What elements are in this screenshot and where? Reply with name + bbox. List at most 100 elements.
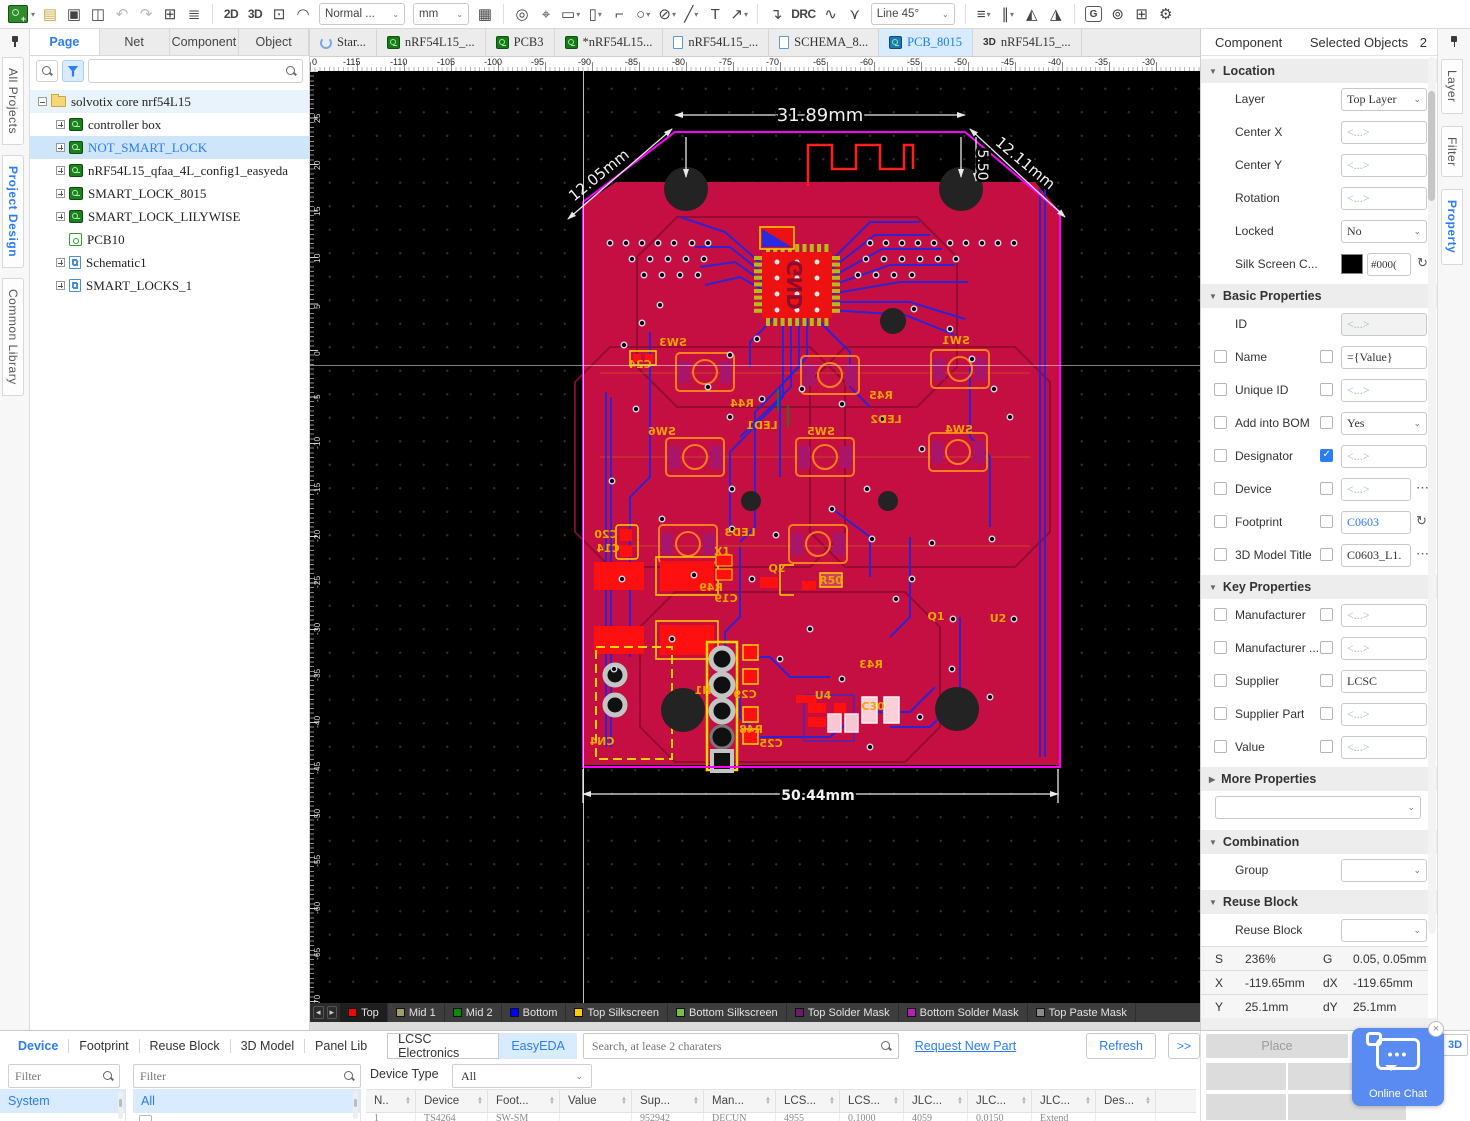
prop-input[interactable]: <...> bbox=[1341, 379, 1427, 402]
refresh-button[interactable]: Refresh bbox=[1086, 1033, 1156, 1059]
tree-expander-icon[interactable] bbox=[56, 258, 65, 267]
source-tab-easyeda[interactable]: EasyEDA bbox=[499, 1033, 577, 1059]
corner-tool-icon[interactable]: ⌐ bbox=[608, 3, 630, 25]
prop-select[interactable]: ⌄ bbox=[1215, 796, 1421, 819]
expand-button[interactable]: >> bbox=[1168, 1033, 1200, 1059]
prop-input[interactable]: C0603 bbox=[1341, 511, 1411, 534]
save-icon[interactable]: ▣ bbox=[63, 3, 85, 25]
route-tool-icon[interactable]: ∿ bbox=[820, 3, 842, 25]
tree-item-smart-lock-lilywise[interactable]: SMART_LOCK_LILYWISE bbox=[30, 205, 309, 228]
table-header-2[interactable]: Foot...▲▼ bbox=[488, 1090, 560, 1112]
sidebar-tab-page[interactable]: Page bbox=[30, 29, 100, 55]
dock-tab-property[interactable]: Property bbox=[1441, 189, 1463, 264]
section-header-basic-properties[interactable]: ▼Basic Properties bbox=[1201, 284, 1437, 308]
table-header-11[interactable]: Des...▲▼ bbox=[1096, 1090, 1156, 1112]
source-tab-lcsc-electronics[interactable]: LCSC Electronics bbox=[387, 1033, 499, 1059]
checkbox[interactable] bbox=[1320, 608, 1333, 621]
oval-tool-icon[interactable]: ○▾ bbox=[632, 3, 654, 25]
tree-expander-icon[interactable] bbox=[38, 97, 47, 106]
subclass-item-all[interactable]: All bbox=[133, 1089, 360, 1113]
table-header-10[interactable]: JLC...▲▼ bbox=[1032, 1090, 1096, 1112]
pcb-editor-canvas[interactable]: GNDSW3SW1C24R44R45LED1LED2SW6SW5SW4LED3C… bbox=[310, 57, 1200, 1030]
device-type-select[interactable]: All⌄ bbox=[452, 1064, 592, 1088]
prop-select[interactable]: Top Layer⌄ bbox=[1341, 88, 1427, 111]
layer-item-bottom-silkscreen[interactable]: Bottom Silkscreen bbox=[668, 1003, 787, 1022]
table-header-7[interactable]: LCS...▲▼ bbox=[840, 1090, 904, 1112]
sidebar-tab-object[interactable]: Object bbox=[239, 29, 309, 55]
color-value-input[interactable]: #000( bbox=[1367, 253, 1411, 276]
distribute-icon[interactable]: ∥▾ bbox=[997, 3, 1019, 25]
chat-close-icon[interactable]: × bbox=[1428, 1021, 1444, 1037]
checkbox[interactable] bbox=[1320, 707, 1333, 720]
bottom-tab-reuse-block[interactable]: Reuse Block bbox=[140, 1039, 230, 1053]
prop-input[interactable]: <...> bbox=[1341, 187, 1427, 210]
color-swatch[interactable] bbox=[1341, 254, 1363, 274]
preview-3d-button[interactable]: 3D bbox=[1442, 1034, 1468, 1056]
line-angle-select[interactable]: Line 45°⌄ bbox=[871, 3, 955, 25]
bottom-tab-3d-model[interactable]: 3D Model bbox=[231, 1039, 305, 1053]
table-header-8[interactable]: JLC...▲▼ bbox=[904, 1090, 968, 1112]
tree-item-solvotix-core-nrf54l15[interactable]: solvotix core nrf54L15 bbox=[30, 90, 309, 113]
prop-input[interactable]: <...> bbox=[1341, 637, 1427, 660]
subclass-filter-input[interactable] bbox=[140, 1069, 338, 1084]
dashed-rect-tool-icon[interactable]: ▯▾ bbox=[584, 3, 606, 25]
zoom-area-icon[interactable]: ⊡ bbox=[268, 3, 290, 25]
doc-tab-schema-8-[interactable]: SCHEMA_8... bbox=[769, 29, 879, 56]
checkbox[interactable] bbox=[1214, 548, 1227, 561]
fab-output-icon[interactable]: ⊚ bbox=[1107, 3, 1129, 25]
checkbox[interactable] bbox=[1320, 416, 1333, 429]
checkbox[interactable] bbox=[1320, 482, 1333, 495]
3d-view-icon[interactable]: 3D bbox=[244, 3, 266, 25]
text-tool-icon[interactable]: T bbox=[704, 3, 726, 25]
checkbox-checked[interactable] bbox=[1320, 449, 1333, 462]
doc-tab-nrf54l15-[interactable]: 3DnRF54L15_... bbox=[973, 29, 1082, 56]
section-header-reuse-block[interactable]: ▼Reuse Block bbox=[1201, 890, 1437, 914]
property-scrollbar[interactable] bbox=[1428, 57, 1436, 934]
checkbox[interactable] bbox=[1214, 383, 1227, 396]
prop-input[interactable]: <...> bbox=[1341, 478, 1411, 501]
bottom-tab-panel-lib[interactable]: Panel Lib bbox=[305, 1039, 377, 1053]
layer-scroll-right-icon[interactable]: ▸ bbox=[327, 1006, 338, 1019]
checkbox[interactable] bbox=[1214, 641, 1227, 654]
tree-item-controller-box[interactable]: controller box bbox=[30, 113, 309, 136]
checkbox[interactable] bbox=[1214, 350, 1227, 363]
filter-toggle-button[interactable] bbox=[62, 60, 84, 82]
part-search-input[interactable] bbox=[592, 1039, 872, 1054]
doc-tab-pcb3[interactable]: PCB3 bbox=[486, 29, 555, 56]
dock-tab-project-design[interactable]: Project Design bbox=[2, 155, 24, 268]
checkbox[interactable] bbox=[1320, 674, 1333, 687]
checkbox[interactable] bbox=[1214, 740, 1227, 753]
grid-settings-icon[interactable]: ▦ bbox=[474, 3, 496, 25]
import-changes-icon[interactable]: ↴ bbox=[765, 3, 787, 25]
refresh-icon[interactable]: ↻ bbox=[1417, 256, 1428, 270]
table-header-5[interactable]: Man...▲▼ bbox=[704, 1090, 776, 1112]
save-as-icon[interactable]: ◫ bbox=[87, 3, 109, 25]
keepout-tool-icon[interactable]: ⊘▾ bbox=[656, 3, 678, 25]
redo-icon[interactable]: ↷ bbox=[135, 3, 157, 25]
dimension-tool-icon[interactable]: ↗▾ bbox=[728, 3, 750, 25]
pin-icon[interactable] bbox=[9, 35, 21, 47]
online-chat-button[interactable]: ••• Online Chat bbox=[1352, 1028, 1444, 1106]
table-header-3[interactable]: Value▲▼ bbox=[560, 1090, 632, 1112]
checkbox[interactable] bbox=[1214, 515, 1227, 528]
prop-input[interactable]: <...> bbox=[1341, 604, 1427, 627]
checkbox[interactable] bbox=[1320, 740, 1333, 753]
app-logo-icon[interactable]: ▾ bbox=[6, 3, 37, 25]
prop-input[interactable]: <...> bbox=[1341, 736, 1427, 759]
flip-horizontal-icon[interactable]: ◭ bbox=[1021, 3, 1043, 25]
dock-tab-filter[interactable]: Filter bbox=[1441, 126, 1463, 178]
table-header-6[interactable]: LCS...▲▼ bbox=[776, 1090, 840, 1112]
prop-input[interactable]: <...> bbox=[1341, 121, 1427, 144]
gerber-output-icon[interactable]: G bbox=[1085, 6, 1102, 22]
class-filter-input[interactable] bbox=[15, 1069, 97, 1084]
tree-item-nrf54l15-qfaa-4l-config1-easyeda[interactable]: nRF54L15_qfaa_4L_config1_easyeda bbox=[30, 159, 309, 182]
checkbox[interactable] bbox=[1214, 707, 1227, 720]
align-icon[interactable]: ≡▾ bbox=[973, 3, 995, 25]
checkbox[interactable] bbox=[1214, 482, 1227, 495]
section-header-combination[interactable]: ▼Combination bbox=[1201, 830, 1437, 854]
tree-item-pcb10[interactable]: PCB10 bbox=[30, 228, 309, 251]
refresh-icon[interactable]: ↻ bbox=[1416, 514, 1427, 528]
section-header-more-properties[interactable]: ▶More Properties bbox=[1201, 767, 1437, 791]
dock-tab-all-projects[interactable]: All Projects bbox=[2, 57, 24, 145]
layer-scroll-left-icon[interactable]: ◂ bbox=[313, 1006, 324, 1019]
